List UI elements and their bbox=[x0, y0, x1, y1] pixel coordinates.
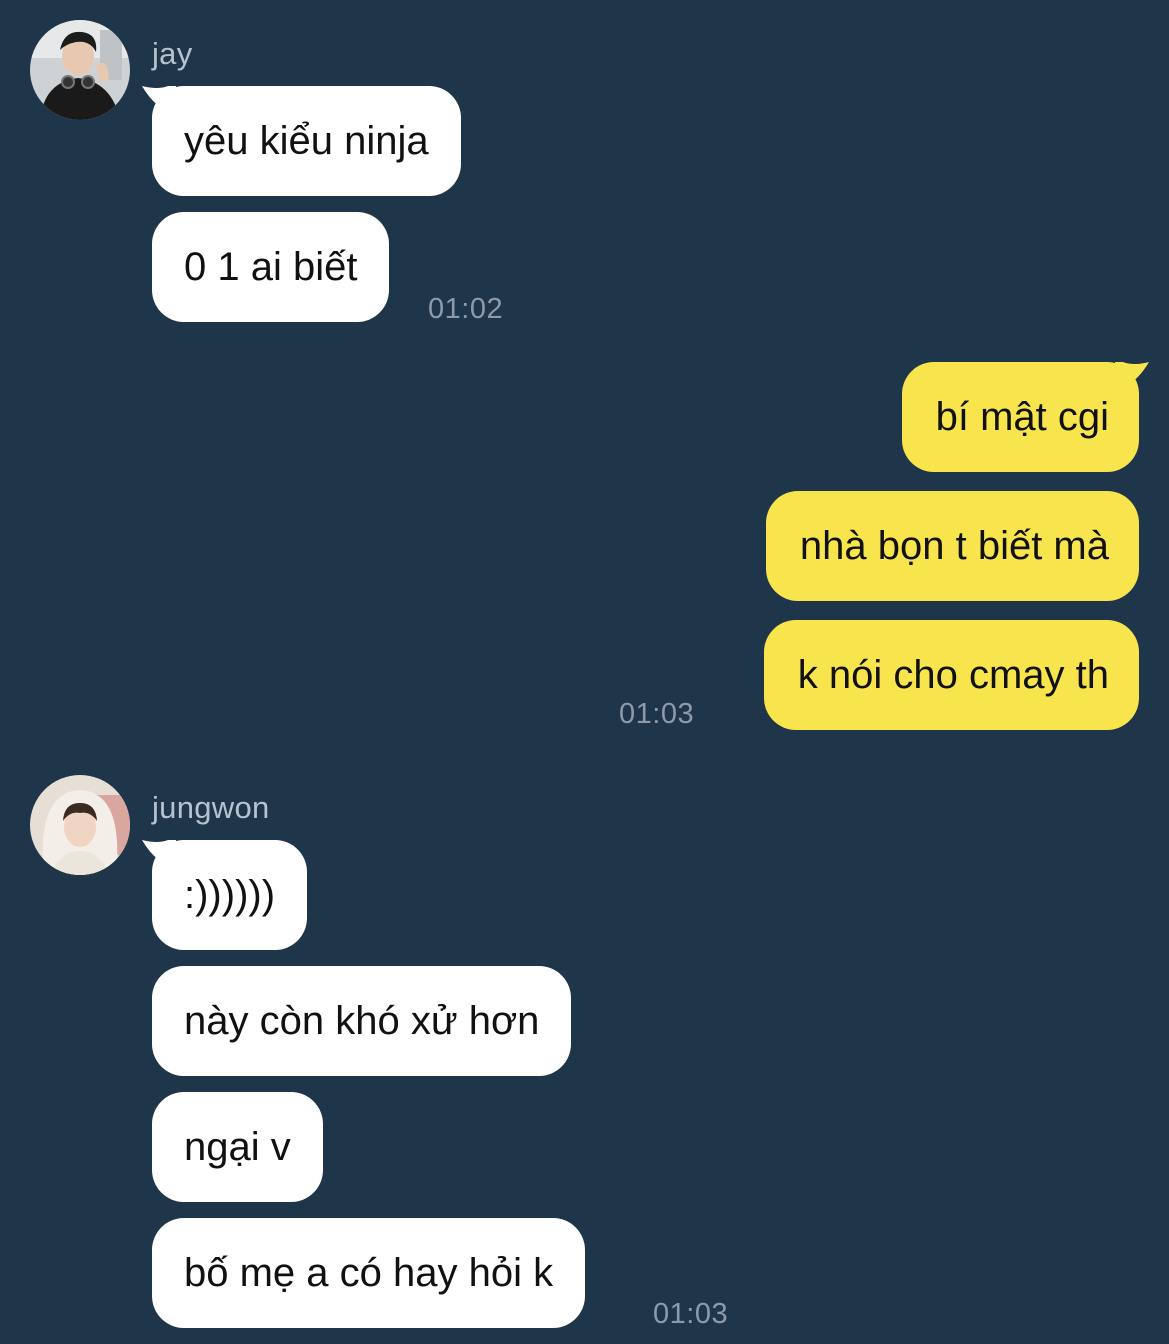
avatar-jungwon[interactable] bbox=[30, 775, 130, 875]
message-bubble-jungwon-3[interactable]: ngại v bbox=[152, 1092, 323, 1202]
message-bubble-jungwon-2[interactable]: này còn khó xử hơn bbox=[152, 966, 572, 1076]
message-text: bí mật cgi bbox=[935, 395, 1109, 439]
jay-profile-photo-icon bbox=[30, 20, 130, 120]
sender-name-jungwon: jungwon bbox=[152, 790, 270, 825]
message-bubble-me-1[interactable]: bí mật cgi bbox=[901, 362, 1149, 472]
message-text: yêu kiểu ninja bbox=[184, 119, 429, 163]
message-text: :)))))) bbox=[184, 873, 276, 917]
bubble-tail-icon bbox=[142, 840, 176, 868]
bubble-tail-icon bbox=[1115, 362, 1149, 390]
message-bubble-jay-1[interactable]: yêu kiểu ninja bbox=[142, 86, 461, 196]
message-text: k nói cho cmay th bbox=[797, 653, 1109, 697]
jungwon-profile-photo-icon bbox=[30, 775, 130, 875]
message-timestamp: 01:03 bbox=[619, 698, 695, 730]
message-bubble-me-2[interactable]: nhà bọn t biết mà bbox=[765, 491, 1139, 601]
message-text: 0 1 ai biết bbox=[184, 245, 358, 289]
message-bubble-jungwon-1[interactable]: :)))))) bbox=[142, 840, 308, 950]
message-timestamp: 01:02 bbox=[428, 293, 504, 325]
message-bubble-jay-2[interactable]: 0 1 ai biết bbox=[152, 212, 390, 322]
message-bubble-jungwon-4[interactable]: bố mẹ a có hay hỏi k bbox=[152, 1218, 586, 1328]
message-text: bố mẹ a có hay hỏi k bbox=[184, 1251, 554, 1295]
message-text: này còn khó xử hơn bbox=[184, 999, 540, 1043]
avatar-jay[interactable] bbox=[30, 20, 130, 120]
sender-name-jay: jay bbox=[152, 36, 193, 71]
message-bubble-me-3[interactable]: k nói cho cmay th bbox=[763, 620, 1139, 730]
message-text: ngại v bbox=[184, 1125, 291, 1169]
message-text: nhà bọn t biết mà bbox=[799, 524, 1109, 568]
bubble-tail-icon bbox=[142, 86, 176, 114]
message-timestamp: 01:03 bbox=[653, 1298, 729, 1330]
